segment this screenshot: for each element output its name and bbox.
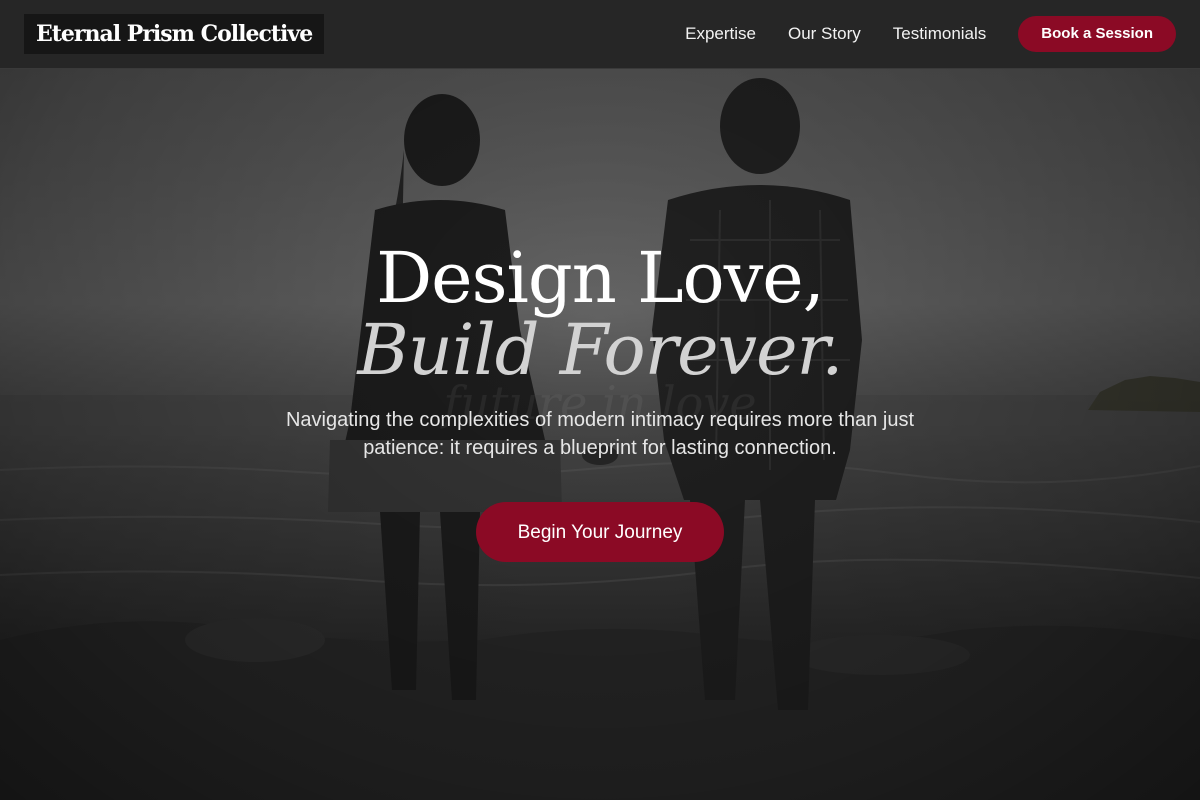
nav-link-our-story[interactable]: Our Story [788, 24, 861, 44]
nav-link-testimonials[interactable]: Testimonials [893, 24, 987, 44]
hero-title-line2: Build Forever. [357, 309, 843, 391]
hero-section: future in love Design Love, Build Foreve… [0, 0, 1200, 800]
hero-subtitle: Navigating the complexities of modern in… [285, 409, 915, 459]
landing-page: Eternal Prism Collective Expertise Our S… [0, 0, 1200, 800]
site-header: Eternal Prism Collective Expertise Our S… [0, 0, 1200, 69]
book-session-button[interactable]: Book a Session [1018, 16, 1176, 52]
nav-link-expertise[interactable]: Expertise [685, 24, 756, 44]
begin-journey-button[interactable]: Begin Your Journey [476, 502, 724, 562]
brand-logo[interactable]: Eternal Prism Collective [24, 14, 325, 54]
main-nav: Expertise Our Story Testimonials Book a … [685, 16, 1176, 52]
